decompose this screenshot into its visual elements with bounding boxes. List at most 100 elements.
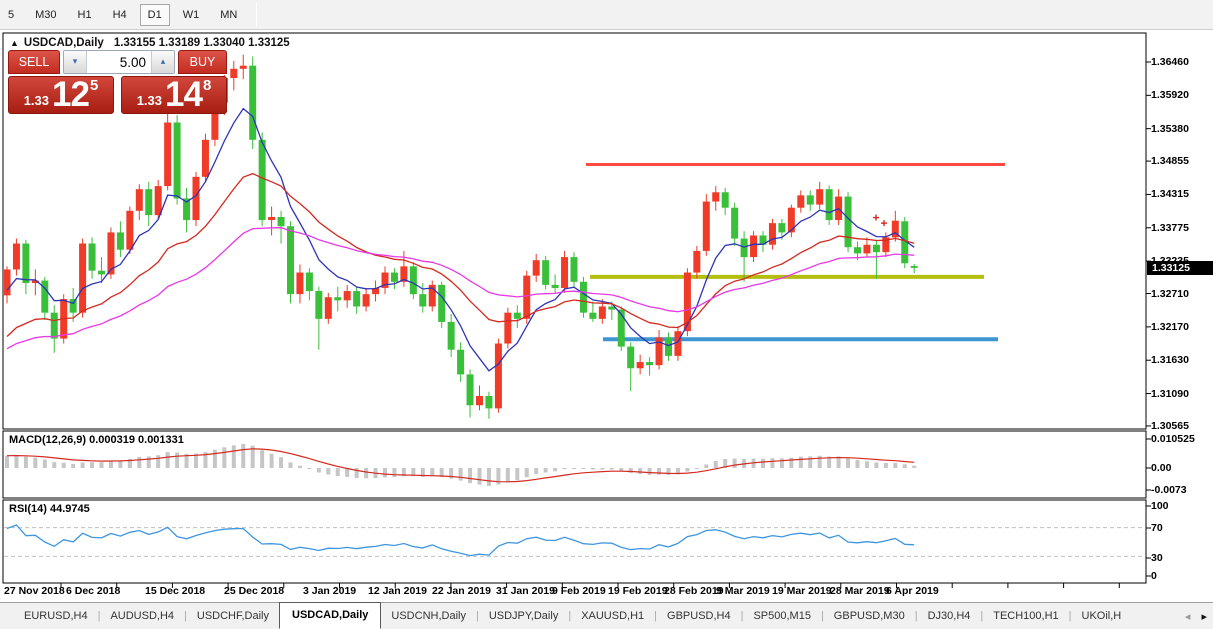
candle-body xyxy=(665,337,672,356)
macd-histogram-bar xyxy=(147,456,151,468)
timeframe-button-h4[interactable]: H4 xyxy=(105,4,135,26)
date-axis-label: 28 Mar 2019 xyxy=(830,585,890,597)
macd-histogram-bar xyxy=(685,468,689,472)
tabs-scroll-right-icon[interactable]: ▸ xyxy=(1201,611,1207,623)
date-axis-label: 19 Mar 2019 xyxy=(772,585,832,597)
price-axis-label: 1.34315 xyxy=(1151,188,1189,200)
macd-histogram-bar xyxy=(109,461,113,468)
tab-ukoil-h[interactable]: UKOil,H xyxy=(1072,605,1132,627)
candle-body xyxy=(854,247,861,253)
candle-body xyxy=(410,266,417,294)
timeframe-button-d1[interactable]: D1 xyxy=(140,4,170,26)
candle-body xyxy=(599,306,606,318)
sell-button[interactable]: SELL xyxy=(8,50,60,74)
volume-increase-button[interactable]: ▴ xyxy=(152,51,174,73)
timeframe-button-mn[interactable]: MN xyxy=(212,4,245,26)
price-axis-label: 1.32710 xyxy=(1151,288,1189,300)
chart-symbol-label: USDCAD,Daily xyxy=(24,37,104,49)
candle-body xyxy=(51,313,58,339)
ask-price-sup: 8 xyxy=(203,77,211,94)
candle-body xyxy=(816,189,823,204)
candle-body xyxy=(89,244,96,271)
date-axis-label: 6 Apr 2019 xyxy=(886,585,939,597)
tab-tech100-h1[interactable]: TECH100,H1 xyxy=(983,605,1068,627)
candle-body xyxy=(391,273,398,282)
collapse-arrow-icon[interactable]: ▲ xyxy=(10,38,19,48)
candle-body xyxy=(79,244,86,313)
macd-histogram-bar xyxy=(71,464,75,468)
candle-body xyxy=(98,271,105,275)
tab-dj30-h4[interactable]: DJ30,H4 xyxy=(918,605,981,627)
tab-xauusd-h1[interactable]: XAUUSD,H1 xyxy=(571,605,654,627)
tab-usdjpy-daily[interactable]: USDJPY,Daily xyxy=(479,605,569,627)
chart-tab-bar: EURUSD,H4|AUDUSD,H4|USDCHF,DailyUSDCAD,D… xyxy=(0,602,1213,629)
candle-body xyxy=(712,192,719,201)
candle-body xyxy=(448,322,455,350)
price-axis-label: 1.33775 xyxy=(1151,222,1189,234)
macd-histogram-bar xyxy=(789,458,793,468)
candle-body xyxy=(334,297,341,300)
candle-body xyxy=(542,260,549,285)
date-axis-label: 28 Feb 2019 xyxy=(664,585,724,597)
candle-body xyxy=(845,197,852,248)
tab-sp500-m15[interactable]: SP500,M15 xyxy=(743,605,820,627)
candle-body xyxy=(571,257,578,282)
candle-body xyxy=(419,294,426,306)
candle-body xyxy=(353,291,360,306)
macd-histogram-bar xyxy=(241,444,245,468)
rsi-axis-label: 100 xyxy=(1151,500,1169,512)
candle-body xyxy=(467,374,474,405)
macd-histogram-bar xyxy=(336,468,340,476)
tab-audusd-h4[interactable]: AUDUSD,H4 xyxy=(100,605,184,627)
macd-histogram-bar xyxy=(279,457,283,468)
timeframe-button-5[interactable]: 5 xyxy=(0,4,22,26)
macd-histogram-bar xyxy=(166,452,170,468)
chart-window: ▲USDCAD,Daily1.33155 1.33189 1.33040 1.3… xyxy=(0,30,1213,602)
candle-body xyxy=(561,257,568,288)
candle-body xyxy=(117,232,124,249)
macd-histogram-bar xyxy=(780,458,784,468)
candle-body xyxy=(476,396,483,405)
candle-body xyxy=(70,299,77,313)
tab-usdchf-daily[interactable]: USDCHF,Daily xyxy=(187,605,279,627)
macd-histogram-bar xyxy=(260,450,264,468)
macd-axis-label: -0.0073 xyxy=(1151,484,1187,496)
candle-body xyxy=(315,291,322,319)
date-axis-label: 3 Jan 2019 xyxy=(303,585,356,597)
timeframe-button-w1[interactable]: W1 xyxy=(175,4,208,26)
macd-histogram-bar xyxy=(5,456,9,468)
tab-eurusd-h4[interactable]: EURUSD,H4 xyxy=(14,605,98,627)
candle-body xyxy=(703,202,710,251)
candle-body xyxy=(797,195,804,207)
tab-gbpusd-m30[interactable]: GBPUSD,M30 xyxy=(824,605,915,627)
candle-body xyxy=(193,177,200,220)
macd-histogram-bar xyxy=(846,458,850,468)
panel-frame xyxy=(3,500,1146,583)
macd-histogram-bar xyxy=(648,468,652,475)
macd-histogram-bar xyxy=(912,466,916,468)
macd-histogram-bar xyxy=(213,450,217,468)
candle-body xyxy=(911,266,918,268)
bid-quote-button[interactable]: 1.33 12 5 xyxy=(8,76,114,114)
tab-gbpusd-h4[interactable]: GBPUSD,H4 xyxy=(657,605,741,627)
macd-histogram-bar xyxy=(874,462,878,468)
volume-input[interactable] xyxy=(86,51,152,73)
tabs-scroll-left-icon[interactable]: ◂ xyxy=(1185,611,1191,623)
candle-body xyxy=(155,186,162,215)
candle-body xyxy=(514,313,521,319)
buy-button[interactable]: BUY xyxy=(178,50,227,74)
tab-usdcnh-daily[interactable]: USDCNH,Daily xyxy=(381,605,476,627)
volume-decrease-button[interactable]: ▾ xyxy=(64,51,86,73)
timeframe-button-h1[interactable]: H1 xyxy=(70,4,100,26)
candle-body xyxy=(873,245,880,252)
chart-canvas[interactable] xyxy=(0,30,1213,602)
price-axis-label: 1.31090 xyxy=(1151,388,1189,400)
tab-usdcad-daily[interactable]: USDCAD,Daily xyxy=(279,602,381,629)
ask-quote-button[interactable]: 1.33 14 8 xyxy=(121,76,227,114)
macd-histogram-bar xyxy=(903,464,907,468)
macd-histogram-bar xyxy=(884,463,888,468)
timeframe-button-m30[interactable]: M30 xyxy=(27,4,64,26)
candle-body xyxy=(788,208,795,233)
candle-body xyxy=(287,226,294,294)
date-axis-label: 31 Jan 2019 xyxy=(496,585,555,597)
